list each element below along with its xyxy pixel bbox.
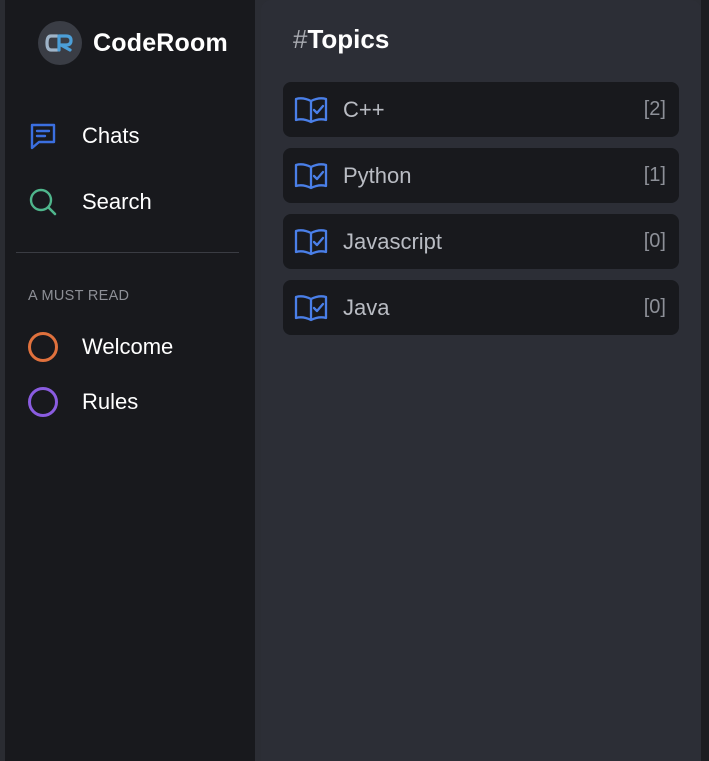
topic-count: [1] xyxy=(643,164,666,186)
topic-name: Java xyxy=(343,294,390,320)
sidebar-divider xyxy=(16,252,239,253)
topic-count: [2] xyxy=(643,98,666,120)
window-edge xyxy=(701,0,709,761)
sidebar: CodeRoom Chats Search A MUST READ Welcom… xyxy=(5,0,255,761)
page-title: #Topics xyxy=(293,24,389,55)
nav-item-welcome[interactable]: Welcome xyxy=(27,331,173,363)
nav-item-search[interactable]: Search xyxy=(27,186,152,218)
topic-item-java[interactable]: Java [0] xyxy=(283,280,679,335)
logo xyxy=(38,21,82,65)
topic-count: [0] xyxy=(643,296,666,318)
chat-icon xyxy=(27,120,59,152)
logo-icon xyxy=(45,34,73,52)
app-window: CodeRoom Chats Search A MUST READ Welcom… xyxy=(0,0,709,761)
nav-item-rules[interactable]: Rules xyxy=(27,386,138,418)
nav-label: Chats xyxy=(82,123,140,148)
book-check-icon xyxy=(294,159,328,193)
search-icon xyxy=(27,186,59,218)
topic-item-cpp[interactable]: C++ [2] xyxy=(283,82,679,137)
nav-label: Search xyxy=(82,189,152,214)
circle-icon xyxy=(27,386,59,418)
topics-panel: #Topics C++ [2] Python [1] Javascript [0… xyxy=(261,0,701,761)
book-check-icon xyxy=(294,225,328,259)
nav-label: Welcome xyxy=(82,334,174,359)
book-check-icon xyxy=(294,93,328,127)
topic-name: Javascript xyxy=(343,228,443,254)
section-label-must-read: A MUST READ xyxy=(28,288,130,304)
topic-name: C++ xyxy=(343,96,385,122)
topic-name: Python xyxy=(343,162,412,188)
title-hash: # xyxy=(293,24,308,54)
title-text: Topics xyxy=(307,24,390,54)
brand[interactable]: CodeRoom xyxy=(38,21,228,65)
nav-label: Rules xyxy=(82,389,139,414)
nav-item-chats[interactable]: Chats xyxy=(27,120,139,152)
topic-item-python[interactable]: Python [1] xyxy=(283,148,679,203)
topic-count: [0] xyxy=(643,230,666,252)
circle-icon xyxy=(27,331,59,363)
topic-item-javascript[interactable]: Javascript [0] xyxy=(283,214,679,269)
brand-name: CodeRoom xyxy=(93,28,228,57)
book-check-icon xyxy=(294,291,328,325)
